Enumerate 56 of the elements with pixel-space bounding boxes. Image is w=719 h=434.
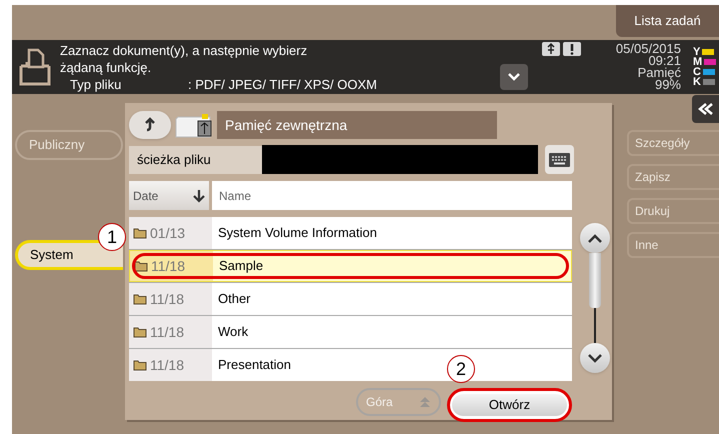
folder-icon xyxy=(134,260,148,272)
row-name: Presentation xyxy=(218,356,291,374)
toner-letter: Y xyxy=(693,47,700,57)
folder-icon xyxy=(133,359,147,371)
name-search-field[interactable]: Name xyxy=(212,181,572,210)
arrow-up-icon xyxy=(143,117,157,133)
double-arrow-up-icon xyxy=(419,396,431,408)
memory-label: Pamięć xyxy=(638,67,681,79)
scrollbar-track xyxy=(594,308,596,343)
chevron-down-icon xyxy=(508,73,520,81)
memory-value: 99% xyxy=(654,79,681,91)
keyboard-button[interactable] xyxy=(545,145,574,174)
toner-letter: K xyxy=(693,77,701,87)
callout-number: 1 xyxy=(98,223,126,251)
path-label: ścieżka pliku xyxy=(129,146,262,174)
row-date: 11/18 xyxy=(150,356,184,374)
row-date: 11/18 xyxy=(151,256,185,276)
scroll-up-button[interactable] xyxy=(580,223,610,253)
file-type-label: Typ pliku xyxy=(70,76,122,92)
keyboard-icon xyxy=(549,152,570,166)
date-sort-button[interactable]: Date xyxy=(129,181,209,210)
arrow-down-icon xyxy=(193,188,205,202)
document-tray-icon xyxy=(18,48,52,86)
toner-letter: C xyxy=(693,67,701,77)
expand-button[interactable] xyxy=(500,64,528,90)
double-chevron-left-icon xyxy=(698,103,714,115)
file-list-row[interactable]: 11/18 Sample xyxy=(129,250,572,282)
scrollbar-thumb[interactable] xyxy=(589,253,601,308)
row-date: 11/18 xyxy=(150,290,184,308)
chevron-up-icon xyxy=(588,234,602,242)
folder-icon xyxy=(133,227,147,239)
file-type-value: : PDF/ JPEG/ TIFF/ XPS/ OOXM xyxy=(188,76,378,92)
storage-title: Pamięć zewnętrzna xyxy=(217,111,497,139)
usb-drive-icon xyxy=(174,111,214,139)
time-text: 09:21 xyxy=(648,55,681,67)
collapse-panel-button[interactable] xyxy=(692,95,719,123)
scroll-down-button[interactable] xyxy=(580,343,610,373)
row-name: Other xyxy=(218,290,251,308)
row-date: 01/13 xyxy=(150,224,186,242)
chevron-down-icon xyxy=(588,354,602,362)
row-name: Sample xyxy=(219,257,264,276)
folder-icon xyxy=(133,293,147,305)
row-name: Work xyxy=(218,323,248,342)
file-list-row[interactable]: 11/18 Work xyxy=(129,316,572,348)
path-field[interactable] xyxy=(262,145,538,174)
row-date: 11/18 xyxy=(150,322,184,342)
date-text: 05/05/2015 xyxy=(616,43,681,55)
file-list-row[interactable]: 11/18 Other xyxy=(129,283,572,315)
folder-icon xyxy=(133,326,147,338)
instruction-message: Zaznacz dokument(y), a następnie wybierz żądaną funkcję. xyxy=(60,42,308,76)
toner-letter: M xyxy=(693,57,702,67)
open-button[interactable]: Otwórz xyxy=(452,394,567,416)
file-list-row[interactable]: 01/13 System Volume Information xyxy=(129,217,572,249)
job-list-tab[interactable]: Lista zadań xyxy=(616,5,719,37)
row-name: System Volume Information xyxy=(218,224,377,242)
up-level-button[interactable] xyxy=(129,111,171,139)
